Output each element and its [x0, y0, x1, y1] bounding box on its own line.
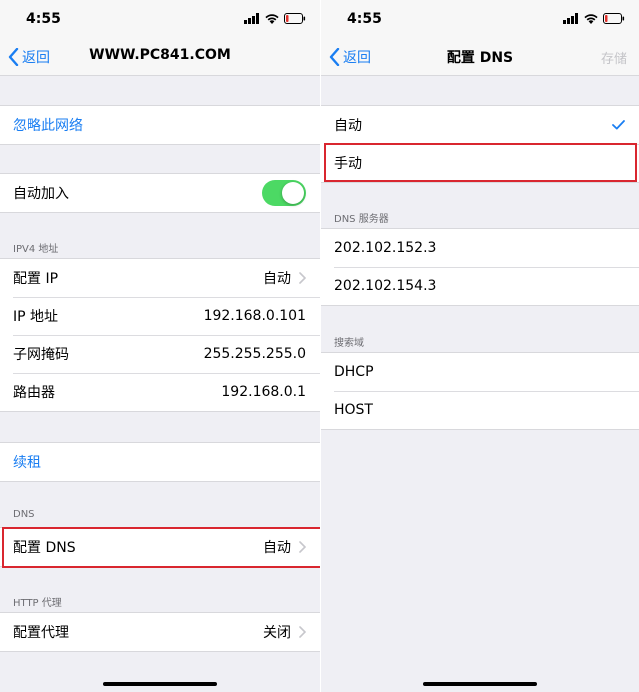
configure-proxy-label: 配置代理: [13, 625, 69, 641]
configure-proxy-row[interactable]: 配置代理 关闭: [0, 613, 320, 651]
renew-lease-group: 续租: [0, 442, 320, 482]
navigation-bar: 返回 配置 DNS 存储: [321, 38, 639, 76]
ip-address-label: IP 地址: [13, 309, 59, 325]
forget-network-button[interactable]: 忽略此网络: [0, 106, 320, 144]
save-button[interactable]: 存储: [601, 48, 627, 67]
signal-icon: [244, 13, 259, 24]
search-domain-item[interactable]: DHCP: [321, 353, 639, 391]
configure-ip-value: 自动: [263, 271, 291, 287]
page-title: WWW.PC841.COM: [89, 47, 231, 63]
status-icons: [244, 13, 306, 24]
checkmark-icon: [612, 120, 625, 130]
configure-proxy-value: 关闭: [263, 625, 291, 641]
network-details-screen: 4:55 返回 WWW.PC841.COM 忽略此网络 自动加入 IPV4 地址…: [0, 0, 320, 692]
wifi-icon: [584, 14, 598, 24]
router-row: 路由器 192.168.0.1: [0, 373, 320, 411]
status-time: 4:55: [347, 11, 382, 27]
status-icons: [563, 13, 625, 24]
battery-icon: [284, 13, 306, 24]
auto-join-row: 自动加入: [0, 174, 320, 212]
subnet-mask-value: 255.255.255.0: [203, 346, 306, 362]
search-domains-group: DHCP HOST: [321, 352, 639, 430]
dns-mode-automatic-label: 自动: [334, 118, 362, 134]
ip-address-value: 192.168.0.101: [203, 308, 306, 324]
page-title: 配置 DNS: [446, 50, 514, 66]
signal-icon: [563, 13, 578, 24]
subnet-mask-row: 子网掩码 255.255.255.0: [0, 335, 320, 373]
navigation-bar: 返回 WWW.PC841.COM: [0, 38, 320, 76]
auto-join-group: 自动加入: [0, 173, 320, 213]
search-domain-name: DHCP: [334, 364, 374, 380]
chevron-right-icon: [299, 626, 306, 638]
configure-dns-screen: 4:55 返回 配置 DNS 存储 自动 手动 DNS 服务器 202.102.…: [321, 0, 639, 692]
ip-address-row: IP 地址 192.168.0.101: [0, 297, 320, 335]
search-domains-section-header: 搜索域: [334, 338, 364, 349]
dns-servers-section-header: DNS 服务器: [334, 214, 389, 225]
forget-network-label: 忽略此网络: [13, 118, 83, 134]
chevron-right-icon: [299, 272, 306, 284]
auto-join-toggle[interactable]: [262, 180, 306, 206]
configure-dns-highlight: [2, 527, 320, 568]
battery-icon: [603, 13, 625, 24]
forget-network-group: 忽略此网络: [0, 105, 320, 145]
dns-section-header: DNS: [13, 509, 35, 520]
renew-lease-label: 续租: [13, 455, 41, 471]
dns-server-address: 202.102.154.3: [334, 278, 437, 294]
manual-option-highlight: [324, 143, 637, 182]
ipv4-section-header: IPV4 地址: [13, 244, 59, 255]
search-domain-name: HOST: [334, 402, 373, 418]
configure-ip-label: 配置 IP: [13, 271, 59, 287]
status-bar: 4:55: [0, 0, 320, 38]
home-indicator[interactable]: [423, 682, 537, 686]
dns-servers-group: 202.102.152.3 202.102.154.3: [321, 228, 639, 306]
status-time: 4:55: [26, 11, 61, 27]
router-label: 路由器: [13, 385, 55, 401]
router-value: 192.168.0.1: [221, 384, 306, 400]
wifi-icon: [265, 14, 279, 24]
http-proxy-group: 配置代理 关闭: [0, 612, 320, 652]
dns-server-item[interactable]: 202.102.152.3: [321, 229, 639, 267]
ipv4-group: 配置 IP 自动 IP 地址 192.168.0.101 子网掩码 255.25…: [0, 258, 320, 412]
subnet-mask-label: 子网掩码: [13, 347, 69, 363]
auto-join-label: 自动加入: [13, 186, 69, 202]
dns-mode-automatic[interactable]: 自动: [321, 106, 639, 144]
home-indicator[interactable]: [103, 682, 217, 686]
renew-lease-button[interactable]: 续租: [0, 443, 320, 481]
http-proxy-section-header: HTTP 代理: [13, 598, 62, 609]
dns-server-item[interactable]: 202.102.154.3: [321, 267, 639, 305]
configure-ip-row[interactable]: 配置 IP 自动: [0, 259, 320, 297]
toggle-knob: [282, 182, 304, 204]
dns-server-address: 202.102.152.3: [334, 240, 437, 256]
status-bar: 4:55: [321, 0, 639, 38]
search-domain-item[interactable]: HOST: [321, 391, 639, 429]
